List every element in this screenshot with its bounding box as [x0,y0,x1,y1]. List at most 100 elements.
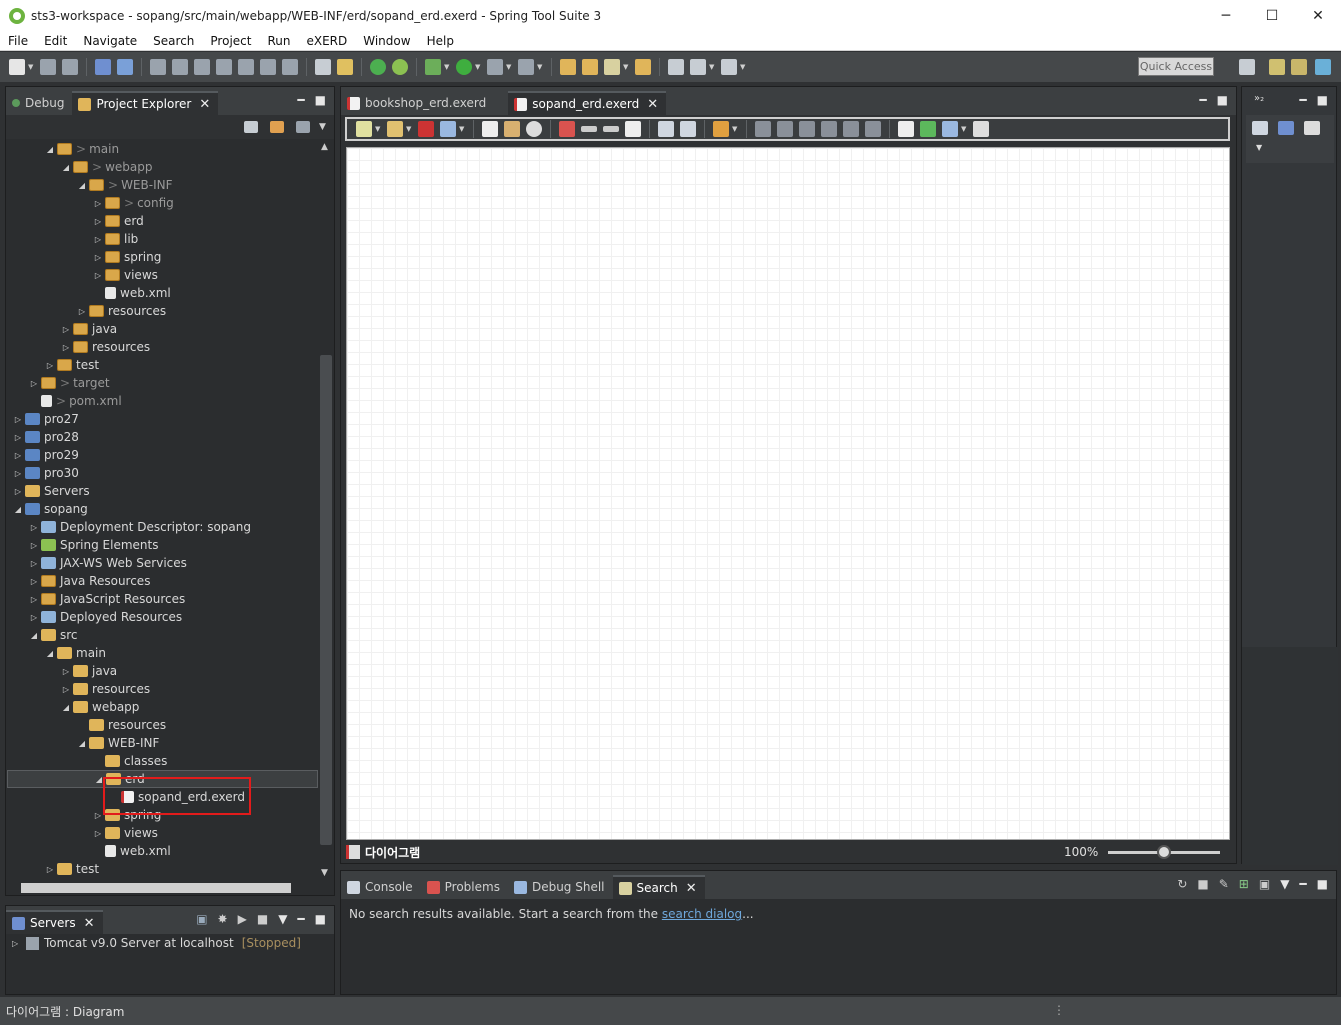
java-ee-perspective-icon[interactable] [1269,59,1285,75]
tree-item[interactable]: ◢ sopang [7,500,318,518]
dropdown-icon[interactable]: ▼ [375,125,382,133]
note-icon[interactable] [625,121,641,137]
expand-arrow-icon[interactable]: ▷ [27,577,41,586]
expand-arrow-icon[interactable]: ▷ [43,865,57,874]
validate-icon[interactable] [920,121,936,137]
forward-icon[interactable] [721,59,737,75]
tree-item[interactable]: ◢ > WEB-INF [7,176,318,194]
debug-icon[interactable] [425,59,441,75]
align-middle-icon[interactable] [843,121,859,137]
tree-item[interactable]: ▷ spring [7,248,318,266]
minimize-icon[interactable]: ━ [1199,93,1206,107]
step-return-icon[interactable] [282,59,298,75]
expand-arrow-icon[interactable]: ▷ [27,379,41,388]
dropdown-icon[interactable]: ▼ [406,125,413,133]
save-icon[interactable] [40,59,56,75]
tab-project-explorer[interactable]: Project Explorer ✕ [72,91,219,115]
step-over-icon[interactable] [260,59,276,75]
palette-icon[interactable] [1278,121,1294,135]
scroll-up-icon[interactable]: ▲ [321,142,328,152]
expand-arrow-icon[interactable]: ▷ [11,469,25,478]
delete-icon[interactable] [418,121,434,137]
expand-arrow-icon[interactable]: ▷ [11,433,25,442]
dropdown-icon[interactable]: ▼ [506,63,513,71]
zoom-slider[interactable] [1108,844,1221,859]
stop-server-icon[interactable]: ■ [257,912,268,926]
tree-item[interactable]: ▷ views [7,824,318,842]
tree-item[interactable]: ◢ > main [7,140,318,158]
collapse-arrow-icon[interactable]: ◢ [59,163,73,172]
expand-arrow-icon[interactable]: ▷ [91,271,105,280]
menu-search[interactable]: Search [145,34,202,48]
menu-file[interactable]: File [0,34,36,48]
minimize-icon[interactable]: ━ [297,912,304,926]
maximize-icon[interactable]: ■ [1317,877,1328,891]
open-perspective-icon[interactable] [1239,59,1255,75]
expand-arrow-icon[interactable]: ▷ [59,325,73,334]
expand-arrow-icon[interactable]: ▷ [43,361,57,370]
new-icon[interactable] [9,59,25,75]
tree-item[interactable]: ▷ JavaScript Resources [7,590,318,608]
tree-item[interactable]: ◢ > webapp [7,158,318,176]
tree-item[interactable]: ▷ views [7,266,318,284]
disconnect-icon[interactable] [216,59,232,75]
server-row[interactable]: ▷ Tomcat v9.0 Server at localhost [Stopp… [12,936,301,950]
refresh-icon[interactable]: ↻ [1177,877,1187,891]
tree-item[interactable]: > pom.xml [7,392,318,410]
tree-item[interactable]: ▷ pro27 [7,410,318,428]
collapse-arrow-icon[interactable]: ◢ [43,649,57,658]
back-icon[interactable] [690,59,706,75]
new-diagram-icon[interactable] [356,121,372,137]
close-window-button[interactable]: ✕ [1295,0,1341,31]
save-all-icon[interactable] [62,59,78,75]
expand-arrow-icon[interactable]: ▷ [75,307,89,316]
expand-arrow-icon[interactable]: ▷ [27,595,41,604]
menu-edit[interactable]: Edit [36,34,75,48]
pin-icon[interactable]: ⊞ [1239,877,1249,891]
reverse-engineer-icon[interactable] [973,121,989,137]
expand-arrow-icon[interactable]: ▷ [59,667,73,676]
tab-console[interactable]: Console [341,875,421,899]
open-console-icon[interactable]: ▣ [1259,877,1270,891]
run-icon[interactable] [456,59,472,75]
tab-servers[interactable]: Servers ✕ [6,910,103,934]
quick-access-field[interactable]: Quick Access [1138,57,1214,76]
expand-arrow-icon[interactable]: ▷ [91,253,105,262]
expand-arrow-icon[interactable]: ▷ [27,523,41,532]
maximize-icon[interactable]: ■ [1217,93,1228,107]
tree-item[interactable]: ▷ Deployed Resources [7,608,318,626]
run-server-icon[interactable]: ▶ [238,912,247,926]
align-bottom-icon[interactable] [865,121,881,137]
collapse-arrow-icon[interactable]: ◢ [27,631,41,640]
diagram-page-tab[interactable]: 다이어그램 [346,842,420,862]
tree-item[interactable]: ▷ Spring Elements [7,536,318,554]
print-icon[interactable] [680,121,696,137]
diagram-canvas[interactable] [346,147,1230,840]
expand-arrow-icon[interactable]: ▷ [27,541,41,550]
close-icon[interactable]: ✕ [84,916,95,931]
collapse-arrow-icon[interactable]: ◢ [59,703,73,712]
spring-run-icon[interactable] [392,59,408,75]
dropdown-icon[interactable]: ▼ [961,125,968,133]
hand-icon[interactable] [504,121,520,137]
tab-search[interactable]: Search ✕ [612,875,705,899]
search-folder-icon[interactable] [635,59,651,75]
terminate-icon[interactable] [194,59,210,75]
scroll-thumb[interactable] [320,355,332,845]
scroll-thumb[interactable] [21,883,291,893]
collapse-all-icon[interactable] [244,121,258,133]
console-icon[interactable] [315,59,331,75]
view-menu-icon[interactable]: ▼ [319,122,326,132]
tree-vertical-scrollbar[interactable]: ▲ ▼ [318,140,334,880]
expand-arrow-icon[interactable]: ▷ [91,217,105,226]
expand-arrow-icon[interactable]: ▷ [91,199,105,208]
minimize-icon[interactable]: ━ [1299,877,1306,891]
tree-item[interactable]: ▷ JAX-WS Web Services [7,554,318,572]
non-identifying-relation-icon[interactable] [603,126,619,132]
brush-icon[interactable] [604,59,620,75]
tree-item[interactable]: ▷ > config [7,194,318,212]
tree-item[interactable]: ▷ test [7,860,318,878]
menu-exerd[interactable]: eXERD [298,34,355,48]
open-package-icon[interactable] [582,59,598,75]
tab-problems[interactable]: Problems [421,875,508,899]
